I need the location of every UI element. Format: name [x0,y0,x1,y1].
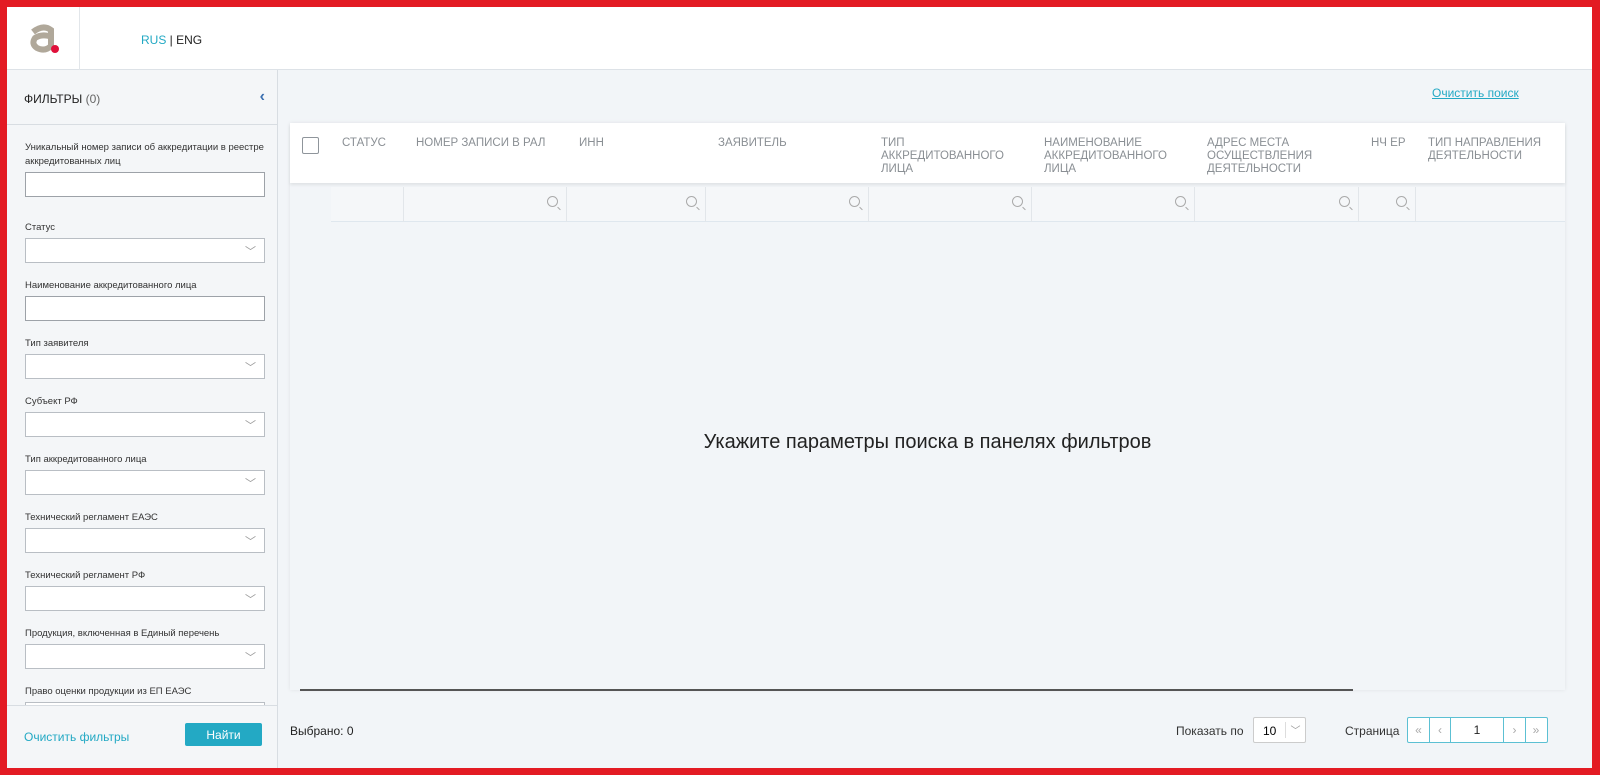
chevron-down-icon: ﹀ [245,594,256,606]
filter-label: Статус [25,222,56,233]
show-per-page-label: Показать по [1176,724,1244,738]
filter-select[interactable]: ﹀ [25,644,265,669]
filter-select[interactable]: ﹀ [25,470,265,495]
column-filter-input[interactable] [1032,187,1195,222]
last-page-icon[interactable]: » [1525,718,1546,742]
filter-label: Технический регламент РФ [25,570,146,581]
search-icon [547,196,558,207]
filters-sidebar: ФИЛЬТРЫ (0) ‹ Уникальный номер записи об… [7,70,278,768]
empty-message: Укажите параметры поиска в панелях фильт… [703,431,1152,453]
filter-field: Тип заявителя ﹀ [25,337,265,379]
column-header[interactable]: ИНН [579,137,709,150]
filter-fields: Уникальный номер записи об аккредитации … [7,126,277,705]
per-page-select[interactable]: 10 ﹀ [1253,717,1306,743]
filter-field: Субъект РФ ﹀ [25,395,265,437]
chevron-down-icon: ﹀ [245,536,256,548]
app-window: RUS | ENG ФИЛЬТРЫ (0) ‹ Уникальный номер… [7,7,1592,768]
column-filter-input[interactable] [404,187,567,222]
logo[interactable] [7,7,80,70]
prev-page-icon[interactable]: ‹ [1429,718,1450,742]
column-header[interactable]: НЧ ЕР [1371,137,1421,150]
column-header[interactable]: Тип направления деятельности [1428,137,1563,163]
filter-field: Статус ﹀ [25,221,265,263]
filter-label: Наименование аккредитованного лица [25,280,197,291]
filter-select[interactable]: ﹀ [25,354,265,379]
column-header[interactable]: Заявитель [718,137,868,150]
column-header[interactable]: Номер записи в РАЛ [416,137,571,150]
search-icon [1396,196,1407,207]
find-button[interactable]: Найти [185,723,262,746]
column-header[interactable]: Тип аккредитованного лица [881,137,1021,176]
pagination: « ‹ 1 › » [1407,717,1548,743]
table-header: Статус Номер записи в РАЛ ИНН Заявитель Тип … [290,123,1565,183]
column-header[interactable]: Адрес места осуществления деятельности [1207,137,1347,176]
header: RUS | ENG [7,7,1592,70]
search-icon [1012,196,1023,207]
collapse-chevron-icon[interactable]: ‹ [260,88,265,106]
next-page-icon[interactable]: › [1504,718,1525,742]
filter-field: Уникальный номер записи об аккредитации … [25,141,265,197]
lang-rus[interactable]: RUS [141,33,166,47]
filter-label: Уникальный номер записи об аккредитации … [25,142,264,167]
filters-header: ФИЛЬТРЫ (0) ‹ [7,70,277,125]
filter-field: Продукция, включенная в Единый перечень ﹀ [25,627,265,669]
column-filter-input[interactable] [1359,187,1416,222]
filter-label: Технический регламент ЕАЭС [25,512,158,523]
lang-separator: | [166,33,177,47]
sidebar-footer: Очистить фильтры Найти [7,705,277,768]
selected-count: Выбрано: 0 [290,724,354,738]
column-filter-input[interactable] [567,187,706,222]
column-filter-input[interactable] [331,187,404,222]
filter-text-input[interactable] [25,296,265,321]
clear-filters-link[interactable]: Очистить фильтры [24,730,129,744]
chevron-down-icon: ﹀ [245,246,256,258]
filter-select[interactable]: ﹀ [25,412,265,437]
filter-label: Продукция, включенная в Единый перечень [25,628,220,639]
chevron-down-icon: ﹀ [1285,722,1305,738]
filter-field: Право оценки продукции из ЕП ЕАЭС﹀ [25,685,265,705]
column-filter-input[interactable] [706,187,869,222]
filter-field: Технический регламент РФ ﹀ [25,569,265,611]
filter-select[interactable]: ﹀ [25,528,265,553]
lang-eng[interactable]: ENG [176,33,202,47]
results-table: Статус Номер записи в РАЛ ИНН Заявитель Тип … [290,123,1565,691]
search-icon [1339,196,1350,207]
per-page-value: 10 [1263,724,1277,738]
filter-field: Технический регламент ЕАЭС ﹀ [25,511,265,553]
clear-search-link[interactable]: Очистить поиск [1432,86,1519,100]
chevron-down-icon: ﹀ [245,652,256,664]
column-filter-input[interactable] [1195,187,1359,222]
filter-label: Тип аккредитованного лица [25,454,147,465]
column-header[interactable]: Наименование аккредитованного лица [1044,137,1184,176]
filter-field: Наименование аккредитованного лица [25,279,265,321]
page-number-input[interactable]: 1 [1450,718,1504,742]
filter-select[interactable]: ﹀ [25,238,265,263]
filter-label: Субъект РФ [25,396,78,407]
language-switch: RUS | ENG [141,33,202,47]
search-icon [1175,196,1186,207]
select-all-checkbox[interactable] [302,137,319,154]
filter-label: Право оценки продукции из ЕП ЕАЭС [25,686,192,697]
search-icon [686,196,697,207]
logo-icon [30,24,59,53]
chevron-down-icon: ﹀ [245,362,256,374]
column-filter-row [331,187,1565,222]
filter-text-input[interactable] [25,172,265,197]
column-filter-input[interactable] [869,187,1032,222]
filter-field: Тип аккредитованного лица ﹀ [25,453,265,495]
chevron-down-icon: ﹀ [245,478,256,490]
horizontal-scrollbar[interactable] [300,689,1353,691]
page-label: Страница [1345,724,1400,738]
filters-title: ФИЛЬТРЫ [24,92,83,106]
filter-select[interactable]: ﹀ [25,586,265,611]
search-icon [849,196,860,207]
filters-count: (0) [85,92,101,106]
column-header[interactable]: Статус [342,137,412,150]
column-filter-input[interactable] [1416,187,1565,222]
chevron-down-icon: ﹀ [245,420,256,432]
first-page-icon[interactable]: « [1408,718,1429,742]
filter-label: Тип заявителя [25,338,89,349]
